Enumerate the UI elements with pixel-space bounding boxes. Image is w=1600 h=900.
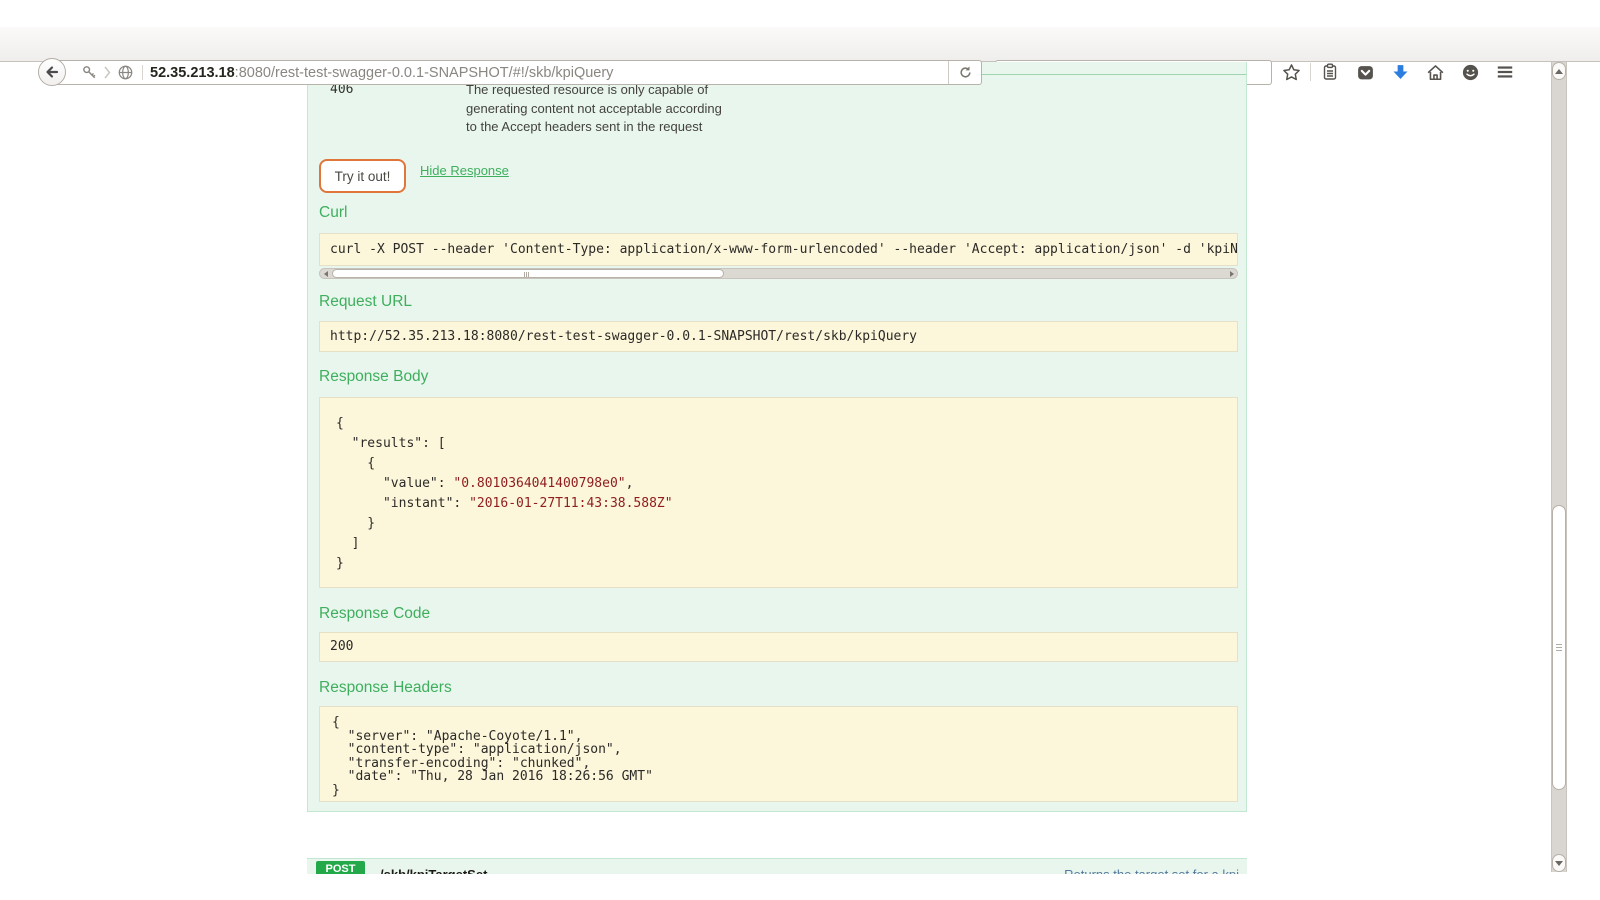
window-titlebar (0, 0, 1600, 27)
action-row: Try it out! Hide Response (319, 159, 509, 193)
menu-button[interactable] (1495, 62, 1515, 82)
back-icon (44, 64, 60, 80)
try-it-out-button[interactable]: Try it out! (319, 159, 406, 193)
response-code-heading: Response Code (319, 605, 430, 623)
scroll-left-button[interactable] (320, 269, 331, 278)
scroll-up-icon (1555, 69, 1563, 74)
vertical-scrollbar[interactable] (1551, 62, 1567, 872)
bookmark-star-button[interactable] (1281, 62, 1301, 82)
swagger-operation-panel: 406 The requested resource is only capab… (307, 62, 1247, 812)
pocket-button[interactable] (1355, 62, 1375, 82)
scroll-down-button[interactable] (1552, 854, 1566, 872)
response-body-heading: Response Body (319, 368, 428, 386)
response-code-value: 200 (319, 632, 1238, 662)
scroll-right-button[interactable] (1226, 269, 1237, 278)
globe-icon[interactable] (117, 64, 134, 81)
reload-button[interactable] (948, 61, 981, 84)
scroll-left-icon (324, 271, 328, 277)
curl-heading: Curl (319, 204, 347, 222)
chevron-right-icon (104, 66, 111, 79)
scroll-up-button[interactable] (1552, 62, 1566, 80)
horizontal-scrollbar-thumb[interactable] (332, 269, 724, 278)
curl-command: curl -X POST --header 'Content-Type: app… (319, 233, 1238, 266)
back-button[interactable] (38, 58, 66, 86)
scrollbar-grip (1556, 644, 1562, 653)
browser-toolbar: 52.35.213.18:8080/rest-test-swagger-0.0.… (0, 27, 1600, 62)
reload-icon (958, 65, 973, 80)
downloads-button[interactable] (1390, 62, 1410, 82)
request-url-value: http://52.35.213.18:8080/rest-test-swagg… (319, 321, 1238, 352)
response-message-reason: The requested resource is only capable o… (466, 81, 726, 137)
url-domain: 52.35.213.18 (150, 65, 235, 81)
toolbar-icons (1281, 58, 1515, 86)
bookmarks-clipboard-button[interactable] (1320, 62, 1340, 82)
url-text[interactable]: 52.35.213.18:8080/rest-test-swagger-0.0.… (150, 65, 948, 81)
window-bottom-edge (0, 874, 1600, 900)
vertical-scrollbar-thumb[interactable] (1552, 505, 1566, 790)
next-endpoint-row[interactable]: POST /skb/kpiTargetSet Returns the targe… (307, 858, 1247, 874)
scrollbar-grip (524, 272, 529, 277)
response-body-json: { "results": [ { "value": "0.80103640414… (319, 397, 1238, 588)
hide-response-link[interactable]: Hide Response (420, 163, 509, 178)
urlbar-separator (142, 65, 143, 80)
request-url-heading: Request URL (319, 293, 412, 311)
key-icon[interactable] (81, 64, 98, 81)
toolbar-separator (1310, 63, 1311, 81)
url-bar[interactable]: 52.35.213.18:8080/rest-test-swagger-0.0.… (53, 60, 982, 85)
scroll-down-icon (1555, 861, 1563, 866)
curl-horizontal-scrollbar[interactable] (319, 268, 1238, 279)
chat-smiley-button[interactable] (1460, 62, 1480, 82)
response-headers-heading: Response Headers (319, 679, 452, 697)
scroll-right-icon (1230, 271, 1234, 277)
home-button[interactable] (1425, 62, 1445, 82)
response-headers-json: { "server": "Apache-Coyote/1.1", "conten… (319, 706, 1238, 802)
url-path: :8080/rest-test-swagger-0.0.1-SNAPSHOT/#… (235, 65, 614, 81)
